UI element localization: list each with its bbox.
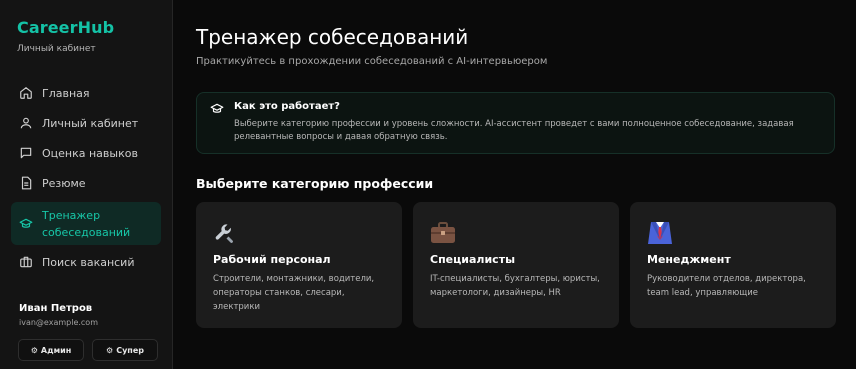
sidebar-item-resume[interactable]: Резюме [11,168,161,198]
user-name: Иван Петров [19,303,93,314]
home-icon [19,86,33,100]
sidebar-item-label: Личный кабинет [42,116,139,130]
page-title: Тренажер собеседований [196,25,469,49]
card-title: Специалисты [430,253,516,266]
category-card-management[interactable]: Менеджмент Руководители отделов, директо… [630,202,836,328]
info-panel: Как это работает? Выберите категорию про… [196,92,835,154]
main-content: Тренажер собеседований Практикуйтесь в п… [173,0,856,369]
gear-icon: ⚙ [106,345,114,355]
sidebar-nav: Главная Личный кабинет Оценка навыков Ре… [0,78,172,277]
sidebar: CareerHub Личный кабинет Главная Личный … [0,0,173,369]
category-card-workers[interactable]: Рабочий персонал Строители, монтажники, … [196,202,402,328]
brand: CareerHub Личный кабинет [0,0,172,54]
brand-title[interactable]: CareerHub [17,18,172,37]
user-info: Иван Петров ivan@example.com [19,303,98,327]
sidebar-item-home[interactable]: Главная [11,78,161,108]
sidebar-item-label: Резюме [42,176,86,190]
sidebar-item-jobs[interactable]: Поиск вакансий [11,247,161,277]
role-switcher: ⚙ Админ ⚙ Супер [18,339,158,361]
chat-icon [19,146,33,160]
super-button[interactable]: ⚙ Супер [92,339,158,361]
page-subtitle: Практикуйтесь в прохождении собеседовани… [196,56,548,67]
admin-button[interactable]: ⚙ Админ [18,339,84,361]
brand-subtitle: Личный кабинет [17,44,96,54]
briefcase-icon [19,255,33,269]
info-body: Как это работает? Выберите категорию про… [234,101,794,153]
card-description: Строители, монтажники, водители, операто… [213,274,375,312]
graduation-cap-icon [210,101,224,153]
wrench-icon [213,219,385,247]
category-cards: Рабочий персонал Строители, монтажники, … [196,202,836,328]
user-icon [19,116,33,130]
sidebar-item-label: Тренажер собеседований [42,208,131,239]
card-title: Рабочий персонал [213,253,331,266]
super-label: Супер [116,345,144,355]
sidebar-item-profile[interactable]: Личный кабинет [11,108,161,138]
card-description: Руководители отделов, директора, team le… [647,274,806,298]
card-description: IT-специалисты, бухгалтеры, юристы, марк… [430,274,600,298]
suit-icon [647,219,819,247]
info-text: Выберите категорию профессии и уровень с… [234,119,794,142]
card-title: Менеджмент [647,253,731,266]
gear-icon: ⚙ [30,345,38,355]
sidebar-item-label: Поиск вакансий [42,255,135,269]
admin-label: Админ [40,345,72,355]
sidebar-item-label: Оценка навыков [42,146,138,160]
sidebar-item-skills[interactable]: Оценка навыков [11,138,161,168]
graduation-cap-icon [19,217,33,231]
sidebar-item-interview-trainer[interactable]: Тренажер собеседований [11,202,161,245]
category-card-specialists[interactable]: Специалисты IT-специалисты, бухгалтеры, … [413,202,619,328]
user-email: ivan@example.com [19,318,98,327]
briefcase-icon [430,219,602,247]
document-icon [19,176,33,190]
app: CareerHub Личный кабинет Главная Личный … [0,0,856,369]
info-title: Как это работает? [234,101,340,112]
sidebar-item-label: Главная [42,86,90,100]
section-title: Выберите категорию профессии [196,176,434,191]
